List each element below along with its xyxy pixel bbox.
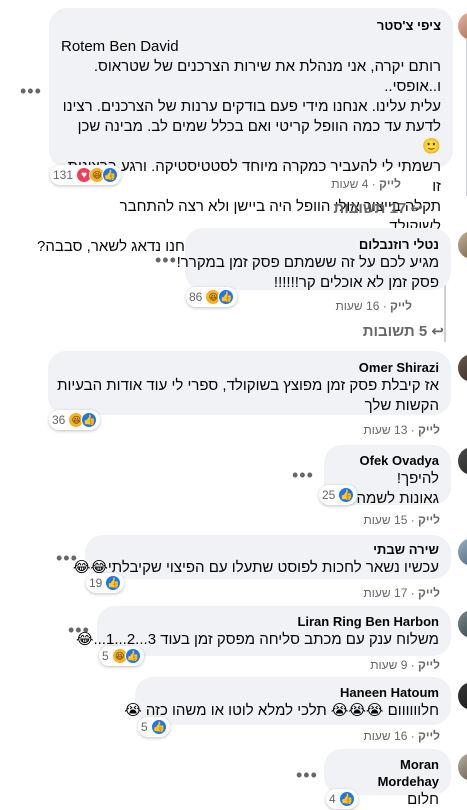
comment-author[interactable]: שירה שבתי [97, 541, 439, 558]
mention-link[interactable]: Rotem Ben David [61, 37, 441, 57]
timestamp[interactable]: 9 שעות [370, 658, 407, 672]
timestamp[interactable]: 4 שעות [331, 177, 368, 191]
like-icon: 👍 [105, 575, 122, 591]
comment-text: אז קיבלת פסק זמן מפוצץ בשוקולד, ספרי לי … [57, 376, 439, 416]
comment-meta: לייק · 9 שעות [370, 658, 440, 672]
like-icon: 👍 [150, 719, 167, 735]
reply-arrow-icon: ↩ [410, 200, 423, 217]
comment-bubble: Haneen Hatoum חלוווווום 😭😭😭 תלכי למלא לו… [124, 677, 451, 725]
view-replies-link[interactable]: ↩ 17 תשובות [333, 199, 423, 217]
reaction-count: 86 [189, 290, 203, 304]
reaction-count: 131 [53, 168, 74, 182]
like-link[interactable]: לייק [418, 729, 440, 743]
reaction-count: 19 [89, 576, 103, 590]
replies-count: 5 תשובות [362, 323, 428, 340]
timestamp[interactable]: 16 שעות [336, 299, 380, 313]
comment-author[interactable]: נטלי רוזנבלום [197, 236, 439, 253]
avatar[interactable] [458, 538, 467, 566]
view-replies-link[interactable]: ↩ 5 תשובות [363, 322, 444, 340]
reaction-summary[interactable]: 4 👍 [326, 789, 358, 809]
avatar[interactable] [458, 231, 467, 259]
comment-line: אז קיבלת פסק זמן מפוצץ בשוקולד, ספרי לי … [57, 377, 439, 394]
avatar[interactable] [458, 354, 467, 382]
comment-text: מגיע לכם על זה ששמתם פסק זמן במקרר! פסק … [176, 253, 439, 293]
more-options-icon[interactable]: ••• [155, 251, 177, 269]
comment-bubble: שירה שבתי עכשיו נשאר לחכות לפוסט שתעלו ע… [72, 535, 451, 579]
replies-count: 17 תשובות [333, 200, 407, 217]
comment-line: רותם יקרה, אני מנהלת את שירות הצרכנים של… [93, 58, 441, 95]
comment-line: עכשיו נשאר לחכות לפוסט שתעלו עם הפיצוי ש… [72, 559, 439, 576]
comment-author[interactable]: Omer Shirazi [60, 359, 439, 376]
comment-line: הקשות שלך [364, 397, 439, 414]
reaction-count: 25 [322, 488, 336, 502]
like-link[interactable]: לייק [390, 299, 412, 313]
reaction-summary[interactable]: 5 👍 [138, 717, 170, 737]
reaction-count: 5 [141, 720, 148, 734]
reaction-summary[interactable]: 36 😆 👍 [49, 410, 101, 430]
like-link[interactable]: לייק [418, 513, 440, 527]
comment-line: לדעת עד כמה הוופל קריטי ואם בכלל שמים לב… [77, 118, 441, 155]
reaction-summary[interactable]: 5 😆 👍 [99, 646, 144, 666]
like-link[interactable]: לייק [418, 423, 440, 437]
comment-text: עכשיו נשאר לחכות לפוסט שתעלו עם הפיצוי ש… [72, 558, 439, 578]
reply-arrow-icon: ↩ [431, 323, 444, 340]
avatar[interactable] [458, 753, 467, 781]
reaction-summary[interactable]: 86 😆 👍 [186, 287, 238, 307]
timestamp[interactable]: 13 שעות [364, 423, 408, 437]
comment-bubble: ציפי צ'סטר Rotem Ben David רותם יקרה, אנ… [37, 8, 453, 255]
comment-line: עלית עלינו. אנחנו מידי פעם בודקים ערנות … [62, 98, 441, 115]
avatar[interactable] [458, 610, 467, 638]
reaction-summary[interactable]: 25 👍 [319, 485, 358, 505]
more-options-icon[interactable]: ••• [292, 466, 314, 484]
reaction-count: 5 [102, 649, 109, 663]
comment-text: Rotem Ben David רותם יקרה, אני מנהלת את … [37, 37, 441, 257]
reaction-summary[interactable]: 131 ♥ 😆 👍 [50, 165, 122, 185]
more-options-icon[interactable]: ••• [20, 82, 42, 100]
like-icon: 👍 [102, 167, 119, 183]
like-icon: 👍 [124, 648, 141, 664]
comment-text: חלוווווום 😭😭😭 תלכי למלא לוטו או משהו כזה… [124, 701, 439, 721]
timestamp[interactable]: 16 שעות [364, 729, 408, 743]
avatar[interactable] [458, 12, 467, 40]
like-icon: 👍 [81, 412, 98, 428]
comment-line: חלוווווום 😭😭😭 תלכי למלא לוטו או משהו כזה… [124, 702, 439, 719]
like-link[interactable]: לייק [418, 658, 440, 672]
like-icon: 👍 [218, 289, 235, 305]
reaction-count: 36 [52, 413, 66, 427]
comment-line: משלוח ענק עם מכתב סליחה מפסק זמן בעוד 3.… [75, 631, 439, 648]
avatar[interactable] [458, 682, 467, 710]
like-link[interactable]: לייק [379, 177, 401, 191]
more-options-icon[interactable]: ••• [296, 766, 318, 784]
comment-bubble: Liran Ring Ben Harbon משלוח ענק עם מכתב … [75, 606, 451, 656]
comment-meta: לייק · 17 שעות [363, 586, 440, 600]
avatar[interactable] [458, 447, 467, 475]
comment-meta: לייק · 13 שעות [363, 423, 440, 437]
comment-author[interactable]: Liran Ring Ben Harbon [109, 613, 439, 630]
comment-author[interactable]: Moran Mordehay [336, 756, 439, 790]
comment-bubble: Omer Shirazi אז קיבלת פסק זמן מפוצץ בשוק… [48, 351, 451, 415]
comment-author[interactable]: ציפי צ'סטר [61, 17, 441, 34]
like-icon: 👍 [338, 791, 355, 807]
timestamp[interactable]: 15 שעות [364, 513, 408, 527]
reaction-count: 4 [329, 792, 336, 806]
like-icon: 👍 [338, 487, 355, 503]
more-options-icon[interactable]: ••• [68, 621, 90, 639]
comment-meta: לייק · 16 שעות [335, 299, 412, 313]
comment-meta: לייק · 15 שעות [363, 513, 440, 527]
comment-author[interactable]: Haneen Hatoum [147, 684, 439, 701]
comment-line: מגיע לכם על זה ששמתם פסק זמן במקרר! [176, 254, 439, 271]
comment-meta: לייק · 4 שעות [331, 177, 401, 191]
reaction-summary[interactable]: 19 👍 [86, 573, 125, 593]
comment-bubble: נטלי רוזנבלום מגיע לכם על זה ששמתם פסק ז… [176, 228, 451, 293]
comment-author[interactable]: Ofek Ovadya [336, 452, 440, 469]
timestamp[interactable]: 17 שעות [364, 586, 408, 600]
like-link[interactable]: לייק [418, 586, 440, 600]
comment-meta: לייק · 16 שעות [363, 729, 440, 743]
more-options-icon[interactable]: ••• [56, 549, 78, 567]
comment-text: משלוח ענק עם מכתב סליחה מפסק זמן בעוד 3.… [75, 630, 439, 650]
